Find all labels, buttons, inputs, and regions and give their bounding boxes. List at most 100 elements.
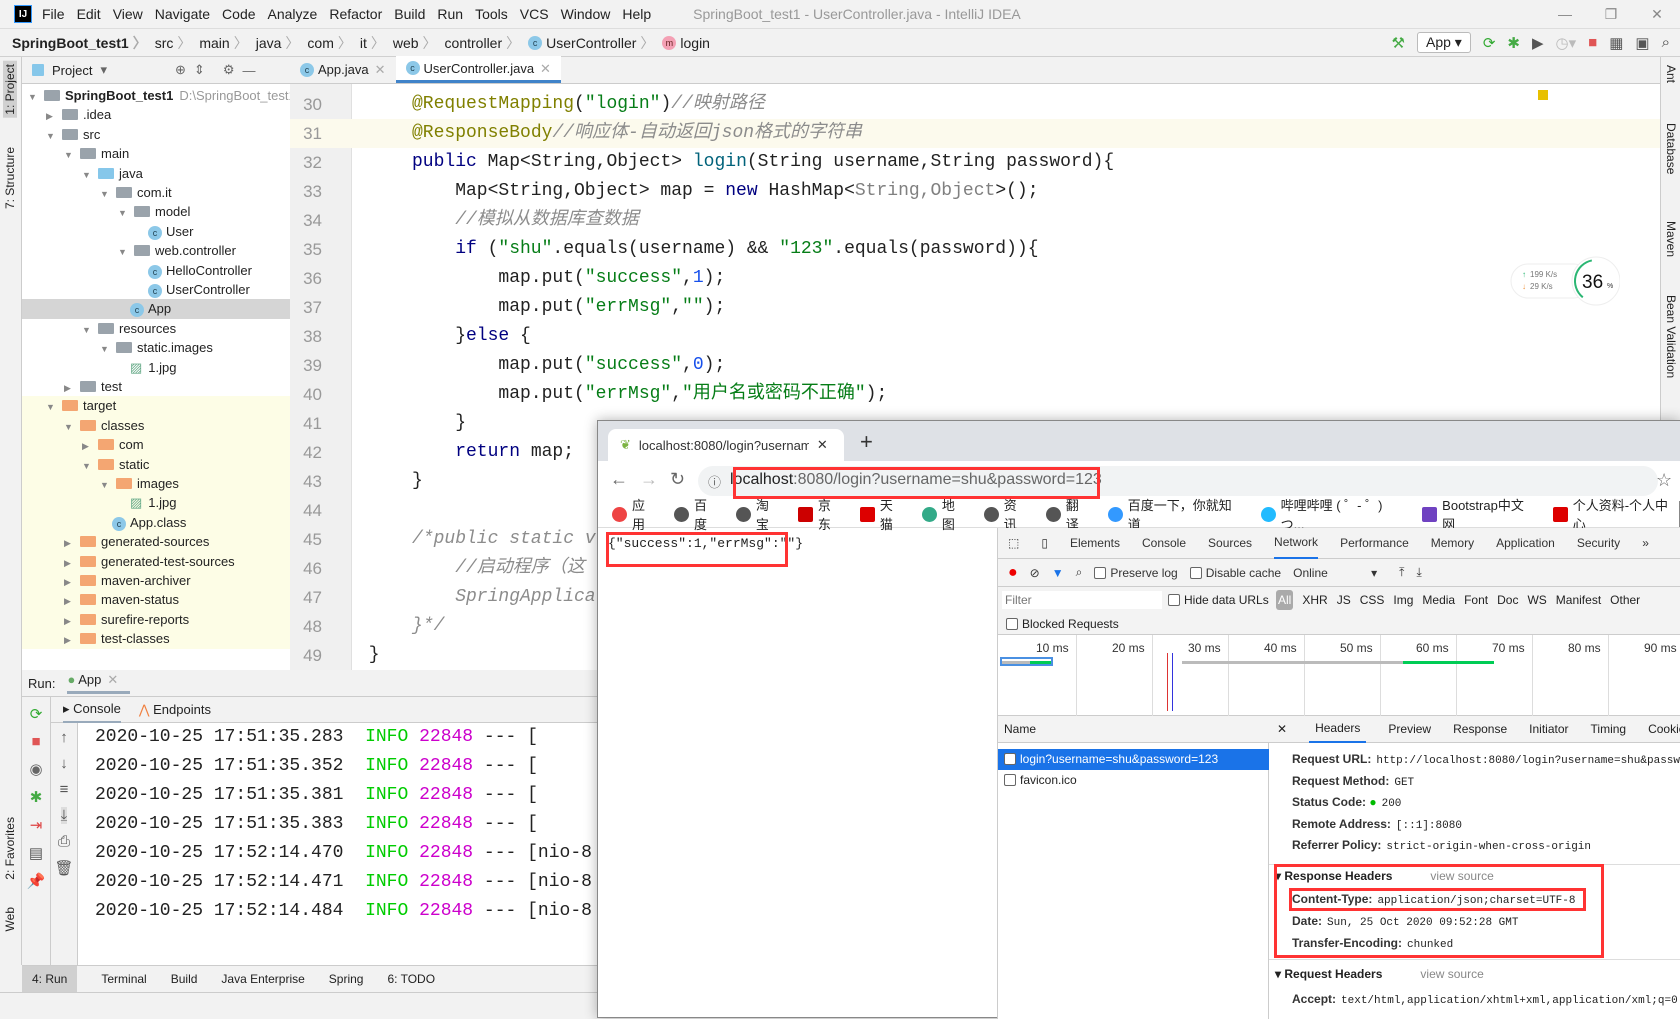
expand-arrow-icon[interactable]: ▶ (64, 591, 76, 611)
breadcrumb-item[interactable]: src 〉 (155, 33, 196, 53)
reload-icon[interactable]: ↻ (670, 469, 685, 490)
tree-item[interactable]: ▼ target (22, 396, 290, 417)
expand-arrow-icon[interactable]: ▼ (82, 456, 94, 476)
tool-button-database[interactable]: Database (1664, 123, 1678, 174)
tree-item[interactable]: ▶ com (22, 435, 290, 456)
expand-arrow-icon[interactable]: ▼ (100, 184, 112, 204)
menu-analyze[interactable]: Analyze (268, 6, 318, 22)
gear-icon[interactable]: ⚙ (223, 62, 235, 78)
expand-arrow-icon[interactable]: ▶ (64, 611, 76, 631)
tool-button-bean-validation[interactable]: Bean Validation (1664, 295, 1678, 378)
tree-item[interactable]: ▨ 1.jpg (22, 358, 290, 378)
locate-icon[interactable]: ⊕ (175, 62, 186, 78)
close-tab-icon[interactable]: ✕ (817, 437, 828, 453)
up-arrow-icon[interactable]: ↑ (60, 729, 68, 746)
expand-arrow-icon[interactable]: ▶ (64, 572, 76, 592)
expand-arrow-icon[interactable]: ▼ (46, 397, 58, 417)
browser-tab[interactable]: ❦ localhost:8080/login?username ✕ (608, 429, 844, 461)
bookmark-item[interactable]: 淘宝 (735, 495, 782, 533)
type-filter-js[interactable]: JS (1337, 593, 1351, 607)
tree-item[interactable]: ▶ maven-status (22, 590, 290, 611)
bottom-tab--run[interactable]: 4: Run (22, 966, 78, 992)
tree-item[interactable]: ▶ generated-sources (22, 532, 290, 553)
bottom-tab-build[interactable]: Build (171, 972, 198, 986)
tree-item[interactable]: ▶ generated-test-sources (22, 551, 290, 573)
collapse-icon[interactable]: ⇕ (194, 62, 205, 78)
menu-run[interactable]: Run (437, 6, 463, 22)
tree-item[interactable]: ▶ test-classes (22, 629, 290, 650)
device-toggle-icon[interactable]: ▯ (1041, 536, 1048, 550)
devtools-tab-network[interactable]: Network (1274, 527, 1319, 559)
devtools-tab-console[interactable]: Console (1142, 536, 1186, 550)
devtools-tab-sources[interactable]: Sources (1208, 536, 1252, 550)
breadcrumb-item[interactable]: controller 〉 (445, 33, 525, 53)
menu-help[interactable]: Help (622, 6, 651, 22)
details-tab-initiator[interactable]: Initiator (1529, 722, 1568, 736)
tree-item[interactable]: ▶ surefire-reports (22, 609, 290, 631)
tree-item[interactable]: ▼ static (22, 454, 290, 476)
web-tool-button[interactable]: Web (3, 907, 17, 931)
tab-console[interactable]: ▸ Console (63, 697, 121, 723)
export-icon[interactable]: ⤓ (1416, 565, 1421, 580)
tree-item[interactable]: ▼ resources (22, 319, 290, 339)
project-tool-button[interactable]: 1: Project (3, 61, 17, 118)
expand-arrow-icon[interactable]: ▶ (46, 106, 58, 126)
print-icon[interactable]: ⎙ (58, 833, 70, 850)
devtools-tab-elements[interactable]: Elements (1070, 536, 1120, 550)
debug-icon[interactable]: ✱ (1507, 34, 1520, 52)
bookmark-star-icon[interactable]: ☆ (1656, 470, 1672, 491)
tab-app-java[interactable]: c App.java ✕ (290, 56, 396, 83)
tree-item[interactable]: ▶ test (22, 377, 290, 397)
expand-arrow-icon[interactable]: ▼ (100, 339, 112, 359)
tree-item[interactable]: c HelloController (22, 261, 290, 281)
close-tab-icon[interactable]: ✕ (375, 56, 386, 83)
menu-refactor[interactable]: Refactor (329, 6, 382, 22)
expand-arrow-icon[interactable]: ▶ (64, 553, 76, 573)
expand-arrow-icon[interactable]: ▼ (118, 203, 130, 223)
menu-vcs[interactable]: VCS (520, 6, 549, 22)
menu-file[interactable]: File (42, 6, 65, 22)
type-filter-other[interactable]: Other (1610, 593, 1640, 607)
bottom-tab-spring[interactable]: Spring (329, 972, 364, 986)
build-hammer-icon[interactable]: ⚒ (1392, 34, 1405, 52)
request-row[interactable]: favicon.ico (998, 770, 1269, 791)
type-filter-xhr[interactable]: XHR (1302, 593, 1327, 607)
new-tab-button[interactable]: + (860, 429, 873, 455)
expand-arrow-icon[interactable]: ▼ (82, 165, 94, 185)
tree-item[interactable]: c User (22, 222, 290, 242)
profile-icon[interactable]: ◷▾ (1556, 34, 1577, 52)
expand-arrow-icon[interactable]: ▼ (82, 320, 94, 340)
tab-usercontroller-java[interactable]: c UserController.java ✕ (395, 55, 561, 83)
type-filter-media[interactable]: Media (1422, 593, 1455, 607)
bottom-tab--todo[interactable]: 6: TODO (387, 972, 435, 986)
tree-item[interactable]: ▼ main (22, 144, 290, 164)
soft-wrap-icon[interactable]: ≡ (60, 781, 69, 798)
record-icon[interactable]: ● (1008, 564, 1018, 582)
tree-item[interactable]: ▼ java (22, 164, 290, 184)
trash-icon[interactable]: 🗑 (54, 859, 73, 877)
menu-navigate[interactable]: Navigate (155, 6, 210, 22)
menu-edit[interactable]: Edit (77, 6, 101, 22)
request-row[interactable]: login?username=shu&password=123 (998, 749, 1269, 770)
breadcrumb-item[interactable]: c UserController 〉 (528, 33, 658, 53)
filter-icon[interactable]: ▼ (1052, 566, 1064, 580)
type-filter-font[interactable]: Font (1464, 593, 1488, 607)
breadcrumb-item[interactable]: m login (662, 35, 710, 51)
close-tab-icon[interactable]: ✕ (540, 55, 551, 82)
maximize-button[interactable]: ❐ (1588, 0, 1634, 28)
blocked-requests-checkbox[interactable]: Blocked Requests (1006, 617, 1119, 631)
tree-item[interactable]: ▼ com.it (22, 183, 290, 203)
forward-icon[interactable]: → (640, 469, 658, 490)
hide-data-urls-checkbox[interactable]: Hide data URLs (1168, 593, 1269, 607)
throttle-select[interactable]: Online ▾ (1293, 566, 1377, 580)
console-output[interactable]: 2020-10-25 17:51:35.283 INFO 22848 --- [… (78, 723, 597, 965)
rerun-icon[interactable]: ⟳ (30, 705, 43, 723)
tree-item[interactable]: ▼ web.controller (22, 241, 290, 261)
expand-arrow-icon[interactable]: ▶ (64, 533, 76, 553)
project-structure-icon[interactable]: ▦ (1609, 34, 1623, 52)
bottom-tab-java-enterprise[interactable]: Java Enterprise (221, 972, 304, 986)
structure-tool-button[interactable]: 7: Structure (3, 147, 17, 209)
menu-tools[interactable]: Tools (475, 6, 508, 22)
bookmark-item[interactable]: 百度 (673, 495, 720, 533)
run-tab-app[interactable]: ● App ✕ (67, 672, 131, 694)
